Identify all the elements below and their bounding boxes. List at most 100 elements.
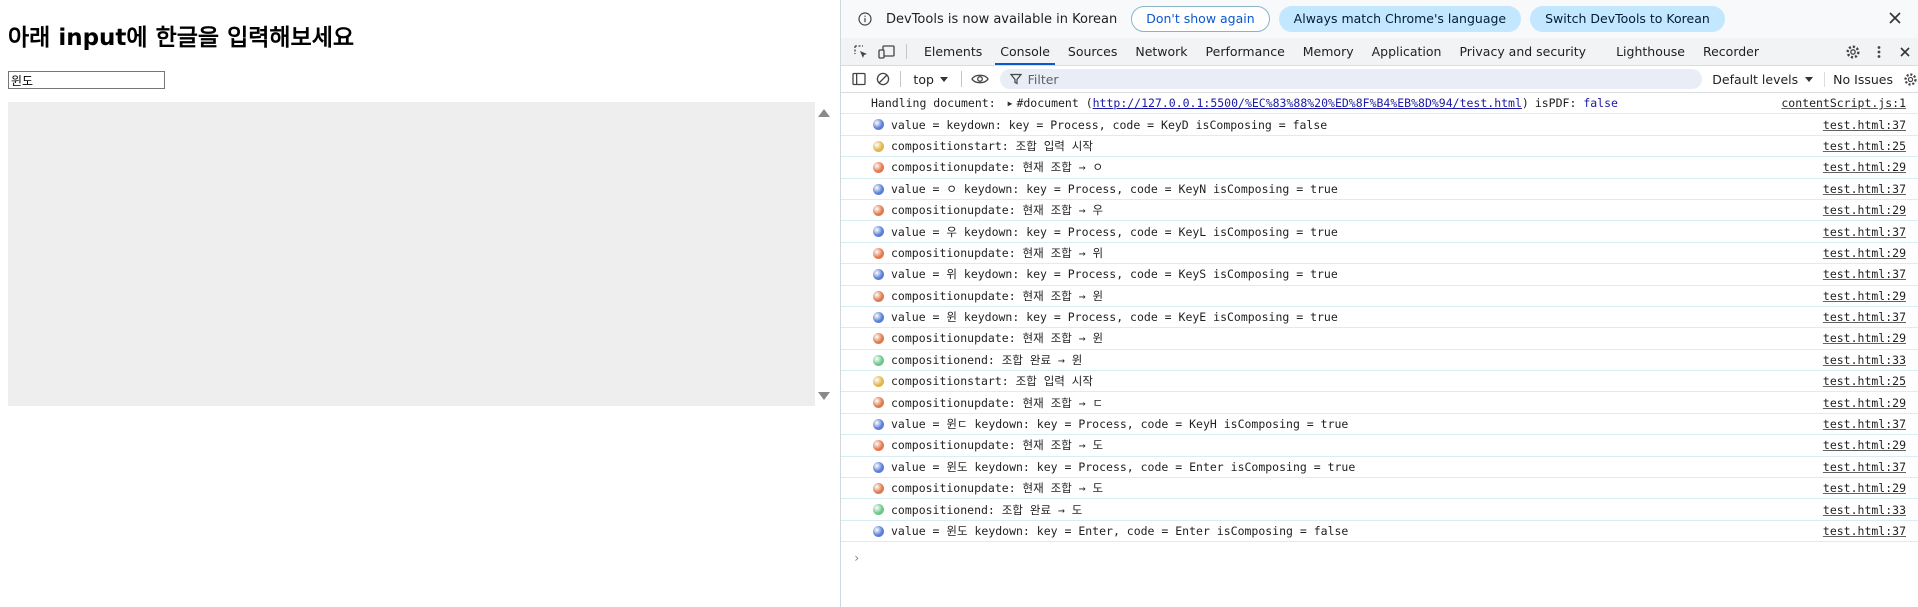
dont-show-again-button[interactable]: Don't show again	[1131, 6, 1270, 32]
log-level-dot-icon	[873, 525, 884, 537]
doc-handling-label: Handling document:	[871, 96, 996, 111]
log-message: value = 우 keydown: key = Process, code =…	[891, 224, 1338, 239]
chevron-down-icon	[939, 77, 948, 82]
tab-application[interactable]: Application	[1363, 38, 1451, 65]
log-level-dot-icon	[873, 504, 884, 516]
console-prompt[interactable]: ›	[853, 551, 860, 565]
console-log-row: compositionupdate: 현재 조합 → 도 test.html:29	[841, 435, 1918, 457]
console-log-row: value = keydown: key = Process, code = K…	[841, 114, 1918, 136]
clear-console-icon[interactable]	[871, 68, 895, 90]
source-link[interactable]: test.html:37	[1823, 225, 1906, 239]
source-link[interactable]: test.html:29	[1823, 331, 1906, 345]
tab-console[interactable]: Console	[991, 38, 1059, 65]
source-link[interactable]: test.html:29	[1823, 160, 1906, 174]
source-link[interactable]: test.html:29	[1823, 396, 1906, 410]
console-log-row: value = 윈도 keydown: key = Enter, code = …	[841, 521, 1918, 543]
more-options-icon[interactable]	[1866, 44, 1892, 60]
always-match-language-button[interactable]: Always match Chrome's language	[1278, 6, 1522, 32]
source-link[interactable]: test.html:37	[1823, 460, 1906, 474]
source-link[interactable]: test.html:37	[1823, 118, 1906, 132]
close-infobar-icon[interactable]	[1886, 9, 1904, 27]
toolbar-divider	[960, 71, 962, 87]
tab-network[interactable]: Network	[1126, 38, 1196, 65]
source-link[interactable]: test.html:37	[1823, 182, 1906, 196]
tab-memory[interactable]: Memory	[1294, 38, 1363, 65]
source-link[interactable]: test.html:29	[1823, 481, 1906, 495]
console-log-row: compositionupdate: 현재 조합 → 도 test.html:29	[841, 478, 1918, 500]
scroll-up-arrow-icon[interactable]	[817, 108, 831, 118]
settings-gear-icon[interactable]	[1840, 44, 1866, 60]
source-link[interactable]: test.html:25	[1823, 374, 1906, 388]
log-level-dot-icon	[873, 204, 884, 216]
log-level-dot-icon	[873, 226, 884, 238]
console-log-row: compositionupdate: 현재 조합 → 윈 test.html:29	[841, 328, 1918, 350]
document-url-link[interactable]: http://127.0.0.1:5500/%EC%83%88%20%ED%8F…	[1093, 96, 1522, 110]
tabbar-right-tools	[1840, 38, 1918, 65]
source-link[interactable]: test.html:37	[1823, 417, 1906, 431]
log-message: compositionend: 조합 완료 → 윈	[891, 352, 1083, 367]
close-devtools-icon[interactable]	[1892, 45, 1918, 59]
log-levels-dropdown[interactable]: Default levels	[1712, 72, 1814, 87]
source-link[interactable]: test.html:29	[1823, 438, 1906, 452]
source-link[interactable]: test.html:37	[1823, 310, 1906, 324]
log-message: compositionupdate: 현재 조합 → 윈	[891, 331, 1104, 346]
log-message: value = 윈도 keydown: key = Enter, code = …	[891, 524, 1349, 538]
issues-counter[interactable]: No Issues	[1824, 71, 1893, 87]
log-message: value = ㅇ keydown: key = Process, code =…	[891, 181, 1338, 196]
live-expression-eye-icon[interactable]	[968, 68, 992, 90]
web-page: 아래 input에 한글을 입력해보세요	[0, 0, 840, 607]
tab-recorder[interactable]: Recorder	[1694, 38, 1768, 65]
tab-lighthouse[interactable]: Lighthouse	[1607, 38, 1694, 65]
infobar-message: DevTools is now available in Korean	[886, 11, 1118, 27]
console-log-row: compositionupdate: 현재 조합 → 윈 test.html:29	[841, 286, 1918, 307]
tab-sources[interactable]: Sources	[1059, 38, 1126, 65]
filter-input[interactable]: Filter	[999, 69, 1703, 89]
console-log-row: compositionupdate: 현재 조합 → 위 test.html:29	[841, 243, 1918, 265]
ispdf-value: false	[1583, 96, 1618, 111]
source-link[interactable]: test.html:33	[1823, 503, 1906, 517]
source-link[interactable]: test.html:37	[1823, 267, 1906, 281]
source-link[interactable]: test.html:29	[1823, 203, 1906, 217]
log-level-dot-icon	[873, 397, 884, 409]
device-toolbar-icon[interactable]	[874, 38, 900, 65]
source-link[interactable]: contentScript.js:1	[1781, 96, 1906, 110]
switch-to-korean-button[interactable]: Switch DevTools to Korean	[1530, 6, 1725, 32]
log-message: compositionstart: 조합 입력 시작	[891, 374, 1093, 389]
sidebar-toggle-icon[interactable]	[847, 68, 871, 90]
context-selector[interactable]: top	[907, 72, 954, 87]
source-link[interactable]: test.html:29	[1823, 246, 1906, 260]
log-level-dot-icon	[873, 354, 884, 366]
expand-triangle-icon[interactable]: ▶	[1008, 99, 1013, 108]
tab-privacy-security[interactable]: Privacy and security	[1450, 38, 1595, 65]
console-log-row: value = ㅇ keydown: key = Process, code =…	[841, 179, 1918, 200]
source-link[interactable]: test.html:29	[1823, 289, 1906, 303]
log-level-dot-icon	[873, 290, 884, 302]
console-output: Handling document: ▶ #document ( http://…	[841, 93, 1918, 607]
log-message: compositionupdate: 현재 조합 → 우	[891, 203, 1104, 218]
log-textarea[interactable]	[8, 102, 815, 406]
korean-text-input[interactable]	[8, 71, 165, 89]
source-link[interactable]: test.html:37	[1823, 524, 1906, 538]
tab-performance[interactable]: Performance	[1197, 38, 1294, 65]
log-level-dot-icon	[873, 333, 884, 345]
log-level-dot-icon	[873, 119, 884, 131]
console-log-row: compositionupdate: 현재 조합 → ㄷ test.html:29	[841, 392, 1918, 414]
console-log-row: compositionend: 조합 완료 → 윈 test.html:33	[841, 350, 1918, 372]
source-link[interactable]: test.html:33	[1823, 353, 1906, 367]
page-heading: 아래 input에 한글을 입력해보세요	[8, 25, 355, 51]
chevron-down-icon	[1805, 77, 1814, 82]
console-log-row: value = 윈도 keydown: key = Process, code …	[841, 457, 1918, 479]
log-message: compositionupdate: 현재 조합 → 윈	[891, 288, 1104, 303]
log-message: compositionupdate: 현재 조합 → 도	[891, 481, 1104, 496]
log-message: compositionupdate: 현재 조합 → ㄷ	[891, 395, 1104, 410]
scroll-down-arrow-icon[interactable]	[817, 391, 831, 401]
inspect-element-icon[interactable]	[848, 38, 874, 65]
log-message: value = 위 keydown: key = Process, code =…	[891, 267, 1338, 282]
document-node[interactable]: #document (	[1016, 96, 1092, 110]
console-toolbar: top Filter Default levels No Issues	[841, 66, 1918, 93]
tab-elements[interactable]: Elements	[915, 38, 991, 65]
source-link[interactable]: test.html:25	[1823, 139, 1906, 153]
console-settings-gear-icon[interactable]	[1903, 72, 1918, 87]
log-levels-label: Default levels	[1712, 71, 1799, 87]
toolbar-divider	[900, 71, 902, 87]
